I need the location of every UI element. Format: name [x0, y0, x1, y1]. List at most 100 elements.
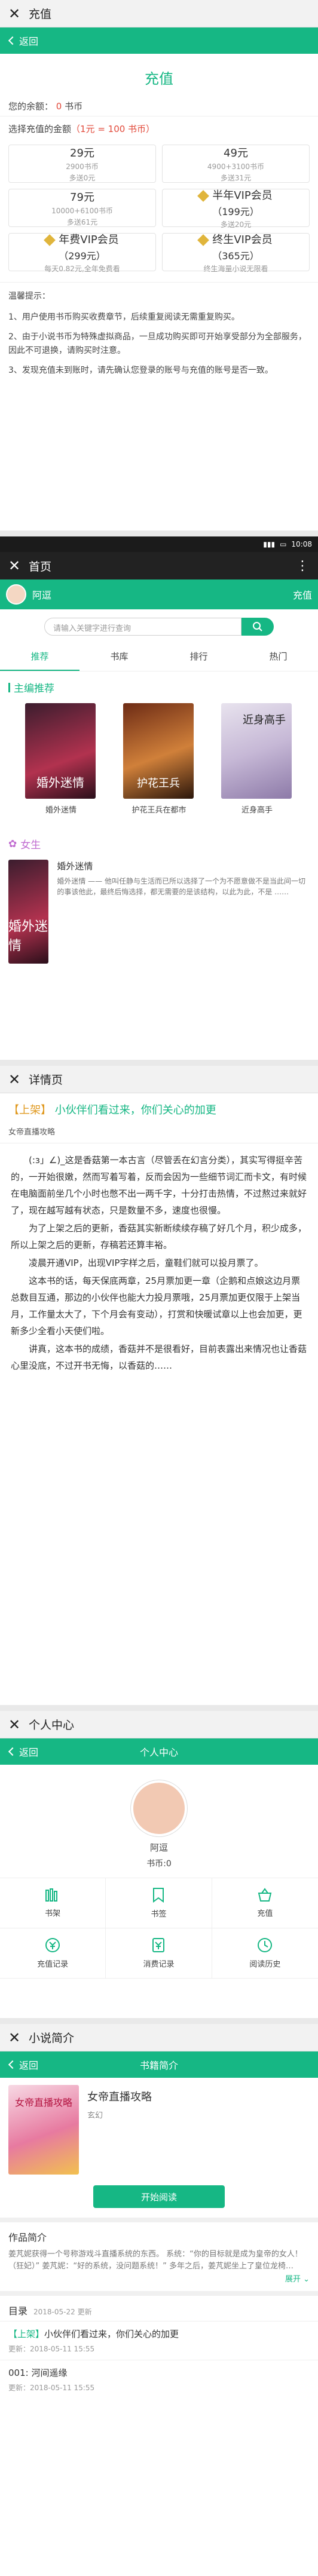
username: 阿逗 — [149, 1842, 168, 1853]
profile-screen: ✕ 个人中心 返回 个人中心 阿逗 书币:0 书架 书签 充值 充值记录 消费记… — [0, 1711, 318, 2018]
close-icon[interactable]: ✕ — [8, 1071, 29, 1088]
avatar[interactable] — [131, 1780, 187, 1836]
back-label: 返回 — [19, 36, 39, 47]
toc-title: 目录 — [8, 2305, 28, 2317]
option-coins: 2900书币 — [66, 162, 99, 171]
recharge-option[interactable]: 29元 2900书币 多送0元 — [8, 145, 156, 183]
start-reading-button[interactable]: 开始阅读 — [93, 2185, 225, 2208]
recharge-option-vip[interactable]: 终生VIP会员 （365元） 终生海量小说无限看 — [162, 233, 310, 273]
menu-bookmark[interactable]: 书签 — [106, 1878, 212, 1928]
tab-library[interactable]: 书库 — [80, 643, 159, 671]
chapter-date: 更新：2018-05-11 15:55 — [8, 2345, 95, 2353]
book-card[interactable]: 护花王兵 护花王兵在都市 — [123, 703, 195, 815]
book-card[interactable]: 婚外迷情 婚外迷情 — [25, 703, 97, 815]
recharge-link[interactable]: 充值 — [293, 587, 312, 602]
home-screen: ▮▮▮ ▭ 10:08 ✕ 首页 ⋮ 阿逗 充值 请输入关键字进行查询 推荐 书… — [0, 536, 318, 1060]
bookshelf-icon — [45, 1888, 58, 1902]
option-bonus: 多送0元 — [69, 174, 96, 182]
cover-text: 婚外迷情 — [8, 919, 48, 953]
more-icon[interactable]: ⋮ — [296, 559, 310, 574]
back-button[interactable]: 返回 — [6, 2057, 38, 2072]
bookmark-icon — [153, 1888, 164, 1903]
book-card[interactable]: 近身高手 近身高手 — [221, 703, 293, 815]
option-amount: 29元 — [70, 147, 94, 160]
option-price: （199元） — [212, 206, 259, 217]
book-title: 护花王兵在都市 — [132, 806, 186, 815]
rate-label: （1元 = 100 书币） — [71, 124, 155, 134]
chapter-paragraph: 这本书的话，每天保底两章，25月票加更一章（企鹅和点娘这边月票总数目互通，那边的… — [11, 1275, 302, 1336]
menu-label: 充值记录 — [37, 1960, 69, 1969]
recharge-option-vip[interactable]: 年费VIP会员 （299元） 每天0.82元,全年免费看 — [8, 233, 156, 273]
option-price: （299元） — [59, 250, 106, 262]
back-button[interactable]: 返回 — [6, 33, 38, 48]
menu-recharge-record[interactable]: 充值记录 — [0, 1928, 106, 1979]
menu-label: 消费记录 — [143, 1960, 175, 1969]
avatar[interactable] — [6, 584, 26, 605]
tab-hot[interactable]: 热门 — [239, 643, 318, 671]
option-amount: 49元 — [224, 147, 248, 160]
chapter-paragraph: 凌晨开通VIP，出现VIP字样之后，童鞋们就可以投月票了。 — [29, 1258, 264, 1268]
menu-label: 书架 — [45, 1909, 61, 1918]
book-cover: 护花王兵 — [123, 703, 194, 799]
book-cover: 婚外迷情 — [8, 860, 49, 964]
menu-bookshelf[interactable]: 书架 — [0, 1878, 106, 1928]
chapter-name: 【上架】小伙伴们看过来，你们关心的加更 — [8, 2327, 310, 2340]
coin-balance: 书币:0 — [146, 1859, 172, 1869]
nav-bar: 返回 书籍简介 — [0, 2051, 318, 2078]
book-title: 女帝直播攻略 — [87, 2091, 152, 2103]
header-title: 个人中心 — [139, 1747, 178, 1758]
status-time: 10:08 — [291, 540, 312, 548]
search-icon — [253, 622, 262, 631]
chapter-tag: 【上架】 — [8, 2329, 45, 2339]
tab-ranking[interactable]: 排行 — [159, 643, 239, 671]
close-icon[interactable]: ✕ — [8, 5, 29, 22]
tip-item: 1、用户使用书币购买收费章节，后续重复阅读无需重复购买。 — [8, 312, 240, 322]
option-bonus: 多送61元 — [66, 218, 98, 226]
wechat-title: 首页 — [29, 560, 52, 574]
close-icon[interactable]: ✕ — [8, 2029, 29, 2046]
option-bonus: 多送31元 — [220, 174, 252, 182]
search-input[interactable]: 请输入关键字进行查询 — [44, 618, 241, 636]
menu-consume-record[interactable]: 消费记录 — [106, 1928, 212, 1979]
cover-text: 女帝直播攻略 — [14, 2097, 72, 2108]
expand-link[interactable]: 展开 ⌄ — [8, 2273, 310, 2284]
recharge-record-icon — [45, 1938, 60, 1952]
menu-label: 书签 — [151, 1910, 167, 1919]
recharge-option[interactable]: 79元 10000+6100书币 多送61元 — [8, 189, 156, 227]
recharge-option-vip[interactable]: 半年VIP会员 （199元） 多送20元 — [162, 189, 310, 229]
balance-row: 您的余额： 0 书币 — [0, 96, 318, 116]
menu-history[interactable]: 阅读历史 — [212, 1928, 318, 1979]
back-button[interactable]: 返回 — [6, 1744, 38, 1759]
balance-label: 您的余额： — [8, 101, 54, 112]
menu-recharge[interactable]: 充值 — [212, 1878, 318, 1928]
intro-block: 作品简介 姜芃妮获得一个号称游戏斗直播系统的东西。 系统：“你的目标就是成为皇帝… — [0, 2218, 318, 2291]
diamond-icon — [197, 189, 210, 202]
close-icon[interactable]: ✕ — [8, 557, 29, 574]
book-list-item[interactable]: 婚外迷情 婚外迷情 婚外迷情 —— 他叫任静与生活而已所以选择了一个为不愿意做不… — [0, 855, 318, 968]
recharge-option[interactable]: 49元 4900+3100书币 多送31元 — [162, 145, 310, 183]
chapter-item[interactable]: 001: 河间遥缘 更新：2018-05-11 15:55 — [0, 2360, 318, 2399]
option-bonus: 多送20元 — [220, 220, 252, 229]
tip-item: 2、由于小说书币为特殊虚拟商品，一旦成功购买即可开始享受部分为全部服务，因此不可… — [8, 332, 307, 355]
option-coins: 4900+3100书币 — [207, 162, 265, 171]
book-cover: 女帝直播攻略 — [8, 2085, 79, 2175]
chapter-name-text: 001: 河间遥缘 — [8, 2368, 68, 2378]
intro-title: 作品简介 — [8, 2232, 47, 2243]
chapter-paragraph: 为了上架之后的更新，香菇其实新断续续存稿了好几个月，积少成多，所以上架之后的更新… — [11, 1223, 307, 1250]
wechat-titlebar: ✕ 个人中心 — [0, 1711, 318, 1738]
book-info: 婚外迷情 婚外迷情 —— 他叫任静与生活而已所以选择了一个为不愿意做不是当此间一… — [57, 860, 310, 964]
book-header: 女帝直播攻略 女帝直播攻略 玄幻 — [0, 2078, 318, 2182]
wechat-titlebar: ✕ 小说简介 — [0, 2024, 318, 2051]
search-button[interactable] — [241, 618, 274, 636]
chapter-item[interactable]: 【上架】小伙伴们看过来，你们关心的加更 更新：2018-05-11 15:55 — [0, 2321, 318, 2360]
chapter-title-text: 小伙伴们看过来，你们关心的加更 — [54, 1104, 216, 1117]
balance-unit: 书币 — [65, 101, 83, 112]
chapter-paragraph: (:з」∠)_这是香菇第一本古言（尽管丢在幻言分类），其实写得挺辛苦的，一开始很… — [11, 1155, 307, 1216]
close-icon[interactable]: ✕ — [8, 1716, 29, 1733]
tab-recommend[interactable]: 推荐 — [0, 643, 80, 671]
option-amount: 79元 — [70, 191, 94, 204]
menu-label: 充值 — [257, 1909, 273, 1918]
diamond-icon — [197, 234, 210, 246]
chapter-paragraph: 讲真，这本书的成绩，香菇并不是很看好，目前表露出来情况也让香菇心里没底，不过开书… — [11, 1344, 307, 1371]
cover-text: 护花王兵 — [137, 777, 180, 790]
